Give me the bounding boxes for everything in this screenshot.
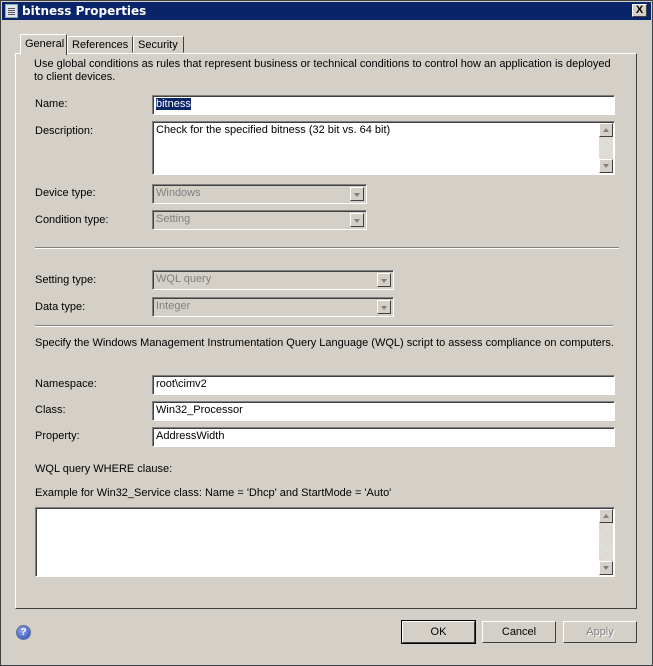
scroll-down-icon[interactable] <box>599 561 613 575</box>
setting-type-label: Setting type: <box>35 274 97 286</box>
apply-button[interactable]: Apply <box>563 621 637 643</box>
intro-text: Use global conditions as rules that repr… <box>34 58 611 83</box>
property-label: Property: <box>35 430 80 442</box>
device-type-select[interactable]: Windows <box>152 184 367 204</box>
window-title: bitness Properties <box>22 4 147 18</box>
name-input[interactable]: bitness <box>152 95 615 115</box>
where-clause-label: WQL query WHERE clause: <box>35 463 173 475</box>
device-type-value: Windows <box>156 187 201 199</box>
name-label: Name: <box>35 98 68 110</box>
properties-icon <box>5 4 18 18</box>
setting-type-select[interactable]: WQL query <box>152 270 394 290</box>
separator <box>35 325 613 327</box>
condition-type-value: Setting <box>156 213 191 225</box>
condition-type-label: Condition type: <box>35 214 109 226</box>
description-scrollbar[interactable] <box>599 123 613 173</box>
data-type-value: Integer <box>156 300 191 312</box>
namespace-label: Namespace: <box>35 378 97 390</box>
description-label: Description: <box>35 125 94 137</box>
wql-intro-text: Specify the Windows Management Instrumen… <box>35 337 614 349</box>
where-clause-scrollbar[interactable] <box>599 509 613 575</box>
device-type-label: Device type: <box>35 187 96 199</box>
ok-button[interactable]: OK <box>401 620 476 644</box>
property-value: AddressWidth <box>156 430 225 442</box>
help-icon[interactable]: ? <box>16 625 31 640</box>
tab-general[interactable]: General <box>20 34 67 55</box>
property-input[interactable]: AddressWidth <box>152 427 615 447</box>
name-value: bitness <box>156 98 191 110</box>
scroll-up-icon[interactable] <box>599 509 613 523</box>
setting-type-value: WQL query <box>156 273 212 285</box>
data-type-select[interactable]: Integer <box>152 297 394 317</box>
chevron-down-icon <box>350 187 364 201</box>
tab-references[interactable]: References <box>67 36 133 53</box>
tab-security[interactable]: Security <box>133 36 184 53</box>
where-clause-example: Example for Win32_Service class: Name = … <box>35 487 392 499</box>
close-button[interactable]: X <box>632 4 647 17</box>
scroll-down-icon[interactable] <box>599 159 613 173</box>
class-input[interactable]: Win32_Processor <box>152 401 615 421</box>
chevron-down-icon <box>377 273 391 287</box>
condition-type-select[interactable]: Setting <box>152 210 367 230</box>
cancel-button[interactable]: Cancel <box>482 621 556 643</box>
namespace-input[interactable]: root\cimv2 <box>152 375 615 395</box>
scroll-up-icon[interactable] <box>599 123 613 137</box>
description-value: Check for the specified bitness (32 bit … <box>156 124 391 136</box>
data-type-label: Data type: <box>35 301 86 313</box>
namespace-value: root\cimv2 <box>156 378 207 390</box>
chevron-down-icon <box>377 300 391 314</box>
separator <box>35 247 619 249</box>
class-value: Win32_Processor <box>156 404 243 416</box>
description-input[interactable]: Check for the specified bitness (32 bit … <box>152 121 615 175</box>
where-clause-input[interactable] <box>35 507 615 577</box>
title-bar: bitness Properties X <box>2 2 651 20</box>
chevron-down-icon <box>350 213 364 227</box>
close-icon: X <box>635 4 644 16</box>
class-label: Class: <box>35 404 66 416</box>
